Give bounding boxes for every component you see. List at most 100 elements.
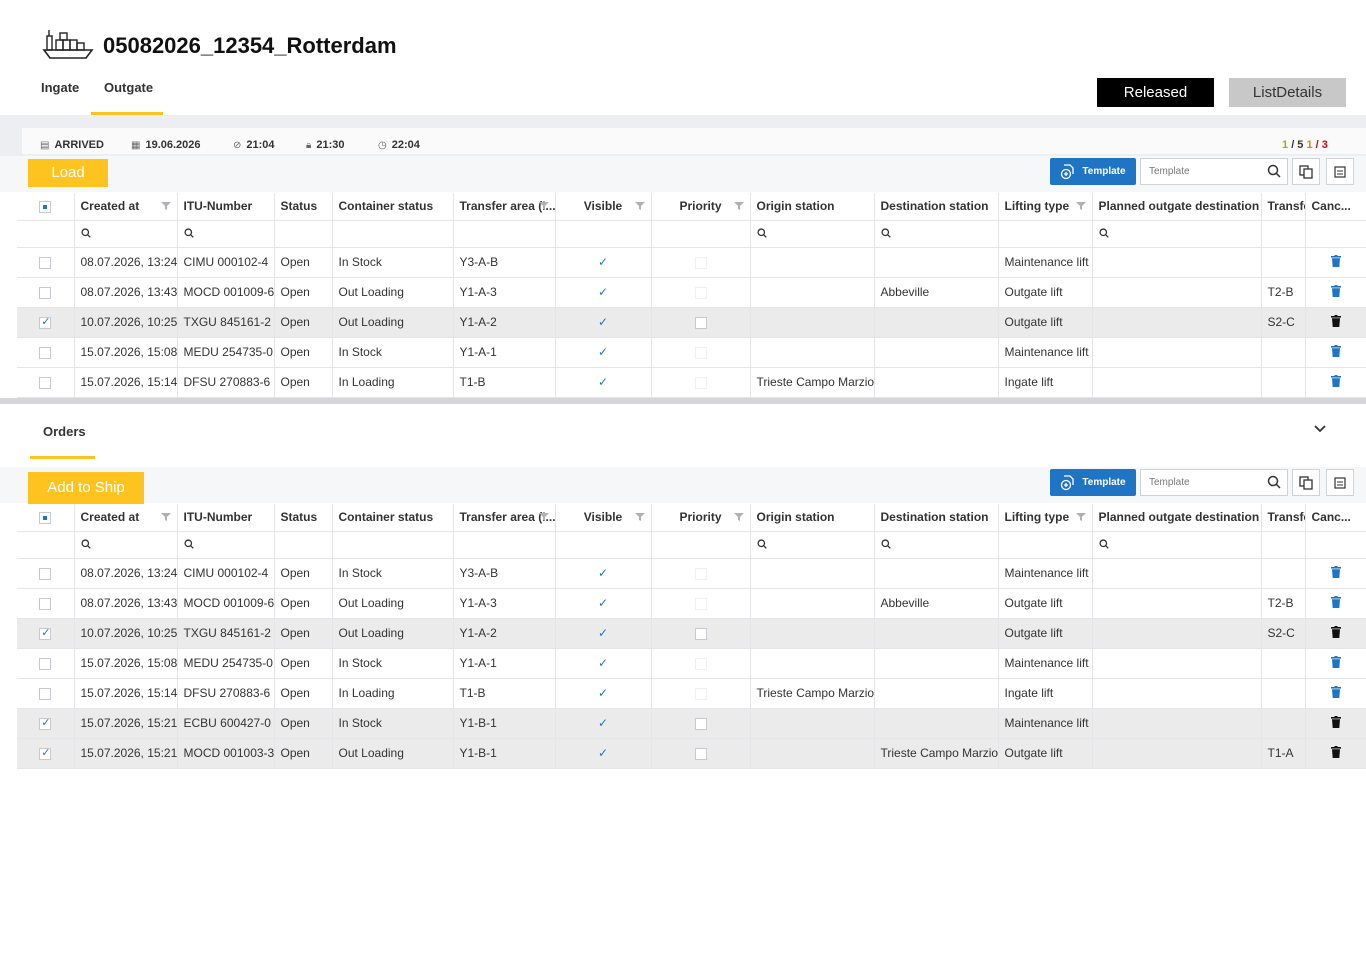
- filter-funnel-icon[interactable]: [634, 201, 645, 211]
- listdetails-button[interactable]: ListDetails: [1229, 78, 1346, 107]
- orders-template-button[interactable]: Template: [1050, 469, 1136, 496]
- filter-cell[interactable]: [453, 531, 556, 559]
- delete-icon[interactable]: [1330, 314, 1341, 327]
- filter-cell[interactable]: [998, 531, 1093, 559]
- delete-icon[interactable]: [1330, 745, 1341, 758]
- filter-cell[interactable]: [1261, 531, 1306, 559]
- filter-cell[interactable]: [651, 531, 751, 559]
- filter-funnel-icon[interactable]: [733, 512, 744, 522]
- row-checkbox[interactable]: [39, 567, 52, 580]
- filter-cell[interactable]: [274, 531, 333, 559]
- delete-icon[interactable]: [1330, 655, 1341, 668]
- column-header[interactable]: Planned outgate destination: [1092, 504, 1262, 532]
- filter-cell[interactable]: [453, 220, 556, 248]
- column-header[interactable]: ITU-Number: [177, 193, 275, 221]
- filter-cell[interactable]: [998, 220, 1093, 248]
- row-checkbox[interactable]: [39, 256, 52, 269]
- row-select-cell[interactable]: [17, 738, 75, 769]
- filter-search-icon[interactable]: [880, 227, 891, 238]
- cancel-cell[interactable]: [1305, 558, 1366, 589]
- filter-search-icon[interactable]: [80, 227, 91, 238]
- row-select-cell[interactable]: [17, 307, 75, 338]
- delete-icon[interactable]: [1330, 595, 1341, 608]
- row-checkbox[interactable]: [39, 657, 52, 670]
- row-select-cell[interactable]: [17, 367, 75, 398]
- row-select-cell[interactable]: [17, 708, 75, 739]
- search-icon[interactable]: [1267, 475, 1281, 489]
- delete-icon[interactable]: [1330, 284, 1341, 297]
- filter-cell[interactable]: [177, 531, 275, 559]
- column-header[interactable]: ITU-Number: [177, 504, 275, 532]
- filter-cell[interactable]: [177, 220, 275, 248]
- priority-checkbox[interactable]: [694, 717, 707, 730]
- filter-cell[interactable]: [332, 220, 454, 248]
- row-select-cell[interactable]: [17, 247, 75, 278]
- delete-icon[interactable]: [1330, 374, 1341, 387]
- cancel-cell[interactable]: [1305, 678, 1366, 709]
- filter-cell[interactable]: [17, 531, 75, 559]
- filter-funnel-icon[interactable]: [1075, 201, 1086, 211]
- filter-cell[interactable]: [555, 531, 652, 559]
- row-checkbox[interactable]: [39, 376, 52, 389]
- row-select-cell[interactable]: [17, 558, 75, 589]
- filter-funnel-icon[interactable]: [160, 512, 171, 522]
- row-checkbox[interactable]: [39, 597, 52, 610]
- filter-cell[interactable]: [1092, 220, 1262, 248]
- column-header[interactable]: Transfer area (I...: [453, 504, 556, 532]
- column-header[interactable]: Transfe: [1261, 504, 1306, 532]
- column-header[interactable]: Visible: [555, 504, 652, 532]
- filter-cell[interactable]: [274, 220, 333, 248]
- load-template-input[interactable]: Template: [1140, 158, 1288, 185]
- delete-icon[interactable]: [1330, 254, 1341, 267]
- table-row[interactable]: 15.07.2026, 15:21MOCD 001003-3OpenOut Lo…: [17, 738, 1366, 769]
- column-header[interactable]: Created at: [74, 504, 178, 532]
- orders-tab[interactable]: Orders: [43, 424, 86, 439]
- filter-cell[interactable]: [874, 220, 999, 248]
- table-row[interactable]: 08.07.2026, 13:24 CIMU 000102-4 Open In Sto…: [17, 558, 1366, 589]
- select-all-checkbox-cell[interactable]: [17, 504, 75, 532]
- table-row[interactable]: 08.07.2026, 13:43 MOCD 001009-6 Open Out Lo…: [17, 277, 1366, 308]
- row-checkbox[interactable]: [39, 716, 52, 730]
- select-all-checkbox[interactable]: [39, 201, 52, 214]
- load-export-button[interactable]: [1326, 158, 1354, 185]
- column-header[interactable]: Lifting type: [998, 504, 1093, 532]
- orders-template-input[interactable]: Template: [1140, 469, 1288, 496]
- column-header[interactable]: Container status: [332, 504, 454, 532]
- released-button[interactable]: Released: [1097, 78, 1214, 107]
- row-select-cell[interactable]: [17, 337, 75, 368]
- priority-checkbox[interactable]: [694, 687, 707, 700]
- filter-funnel-icon[interactable]: [634, 512, 645, 522]
- row-checkbox[interactable]: [39, 346, 52, 359]
- tab-ingate[interactable]: Ingate: [41, 80, 79, 95]
- filter-cell[interactable]: [1305, 531, 1366, 559]
- orders-copy-button[interactable]: [1292, 469, 1320, 496]
- splitter[interactable]: [0, 398, 1366, 404]
- column-header[interactable]: Created at: [74, 193, 178, 221]
- table-row[interactable]: 15.07.2026, 15:08 MEDU 254735-0 Open In Sto…: [17, 648, 1366, 679]
- filter-cell[interactable]: [750, 220, 875, 248]
- row-checkbox[interactable]: [39, 687, 52, 700]
- row-select-cell[interactable]: [17, 648, 75, 679]
- cancel-cell[interactable]: [1305, 367, 1366, 398]
- column-header[interactable]: Status: [274, 193, 333, 221]
- table-row[interactable]: 15.07.2026, 15:21ECBU 600427-0OpenIn Sto…: [17, 708, 1366, 739]
- filter-search-icon[interactable]: [756, 538, 767, 549]
- select-all-checkbox-cell[interactable]: [17, 193, 75, 221]
- table-row[interactable]: 10.07.2026, 10:25TXGU 845161-2OpenOut Lo…: [17, 618, 1366, 649]
- search-icon[interactable]: [1267, 164, 1281, 178]
- filter-cell[interactable]: [17, 220, 75, 248]
- load-copy-button[interactable]: [1292, 158, 1320, 185]
- priority-checkbox[interactable]: [694, 346, 707, 359]
- row-select-cell[interactable]: [17, 277, 75, 308]
- row-checkbox[interactable]: [39, 315, 52, 329]
- filter-cell[interactable]: [651, 220, 751, 248]
- column-header[interactable]: Planned outgate destination: [1092, 193, 1262, 221]
- filter-cell[interactable]: [1092, 531, 1262, 559]
- filter-funnel-icon[interactable]: [733, 201, 744, 211]
- orders-export-button[interactable]: [1326, 469, 1354, 496]
- row-checkbox[interactable]: [39, 746, 52, 760]
- priority-checkbox[interactable]: [694, 256, 707, 269]
- select-all-checkbox[interactable]: [39, 512, 52, 525]
- table-row[interactable]: 10.07.2026, 10:25TXGU 845161-2OpenOut Lo…: [17, 307, 1366, 338]
- filter-cell[interactable]: [74, 531, 178, 559]
